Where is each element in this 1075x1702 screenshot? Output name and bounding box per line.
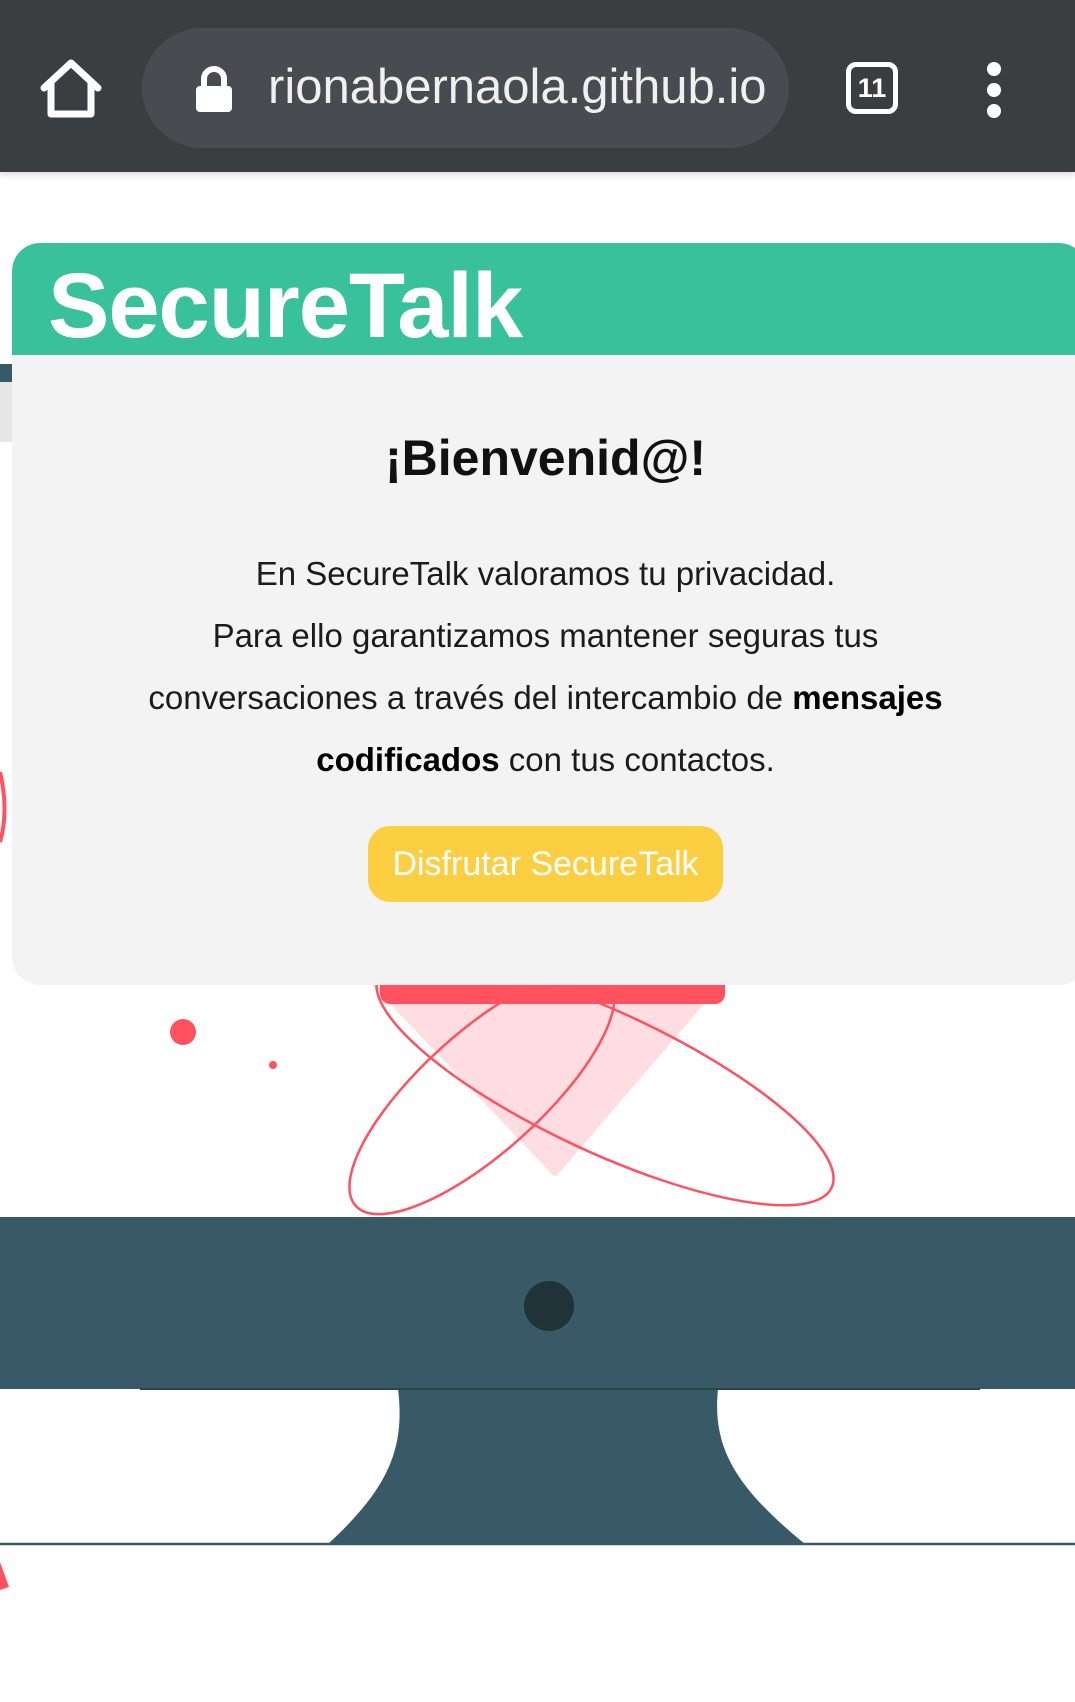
enjoy-securetalk-button[interactable]: Disfrutar SecureTalk bbox=[368, 826, 723, 902]
tab-switcher-button[interactable]: 11 bbox=[846, 62, 898, 114]
brand-title: SecureTalk bbox=[48, 255, 523, 357]
message-line-4-text: con tus contactos. bbox=[499, 741, 775, 778]
welcome-heading: ¡Bienvenid@! bbox=[385, 430, 706, 486]
bold-codificados: codificados bbox=[316, 741, 500, 778]
welcome-message: En SecureTalk valoramos tu privacidad. P… bbox=[12, 543, 1075, 791]
lock-icon bbox=[196, 66, 232, 112]
page: rionabernaola.github.io 11 SecureTalk ¡B… bbox=[0, 0, 1075, 1702]
more-vert-icon[interactable] bbox=[976, 62, 1012, 118]
message-line-4: codificados con tus contactos. bbox=[12, 729, 1075, 791]
message-line-3: conversaciones a través del intercambio … bbox=[12, 667, 1075, 729]
home-button[interactable] bbox=[36, 54, 106, 124]
address-bar[interactable]: rionabernaola.github.io bbox=[142, 28, 789, 148]
url-text: rionabernaola.github.io bbox=[268, 60, 767, 114]
message-line-2: Para ello garantizamos mantener seguras … bbox=[212, 617, 879, 654]
message-line-3-text: conversaciones a través del intercambio … bbox=[148, 679, 793, 716]
bold-mensajes: mensajes bbox=[792, 679, 943, 716]
message-line-1: En SecureTalk valoramos tu privacidad. bbox=[255, 555, 836, 592]
home-icon bbox=[40, 59, 102, 118]
browser-toolbar: rionabernaola.github.io 11 bbox=[0, 0, 1075, 172]
welcome-modal: SecureTalk ¡Bienvenid@! En SecureTalk va… bbox=[12, 243, 1075, 985]
